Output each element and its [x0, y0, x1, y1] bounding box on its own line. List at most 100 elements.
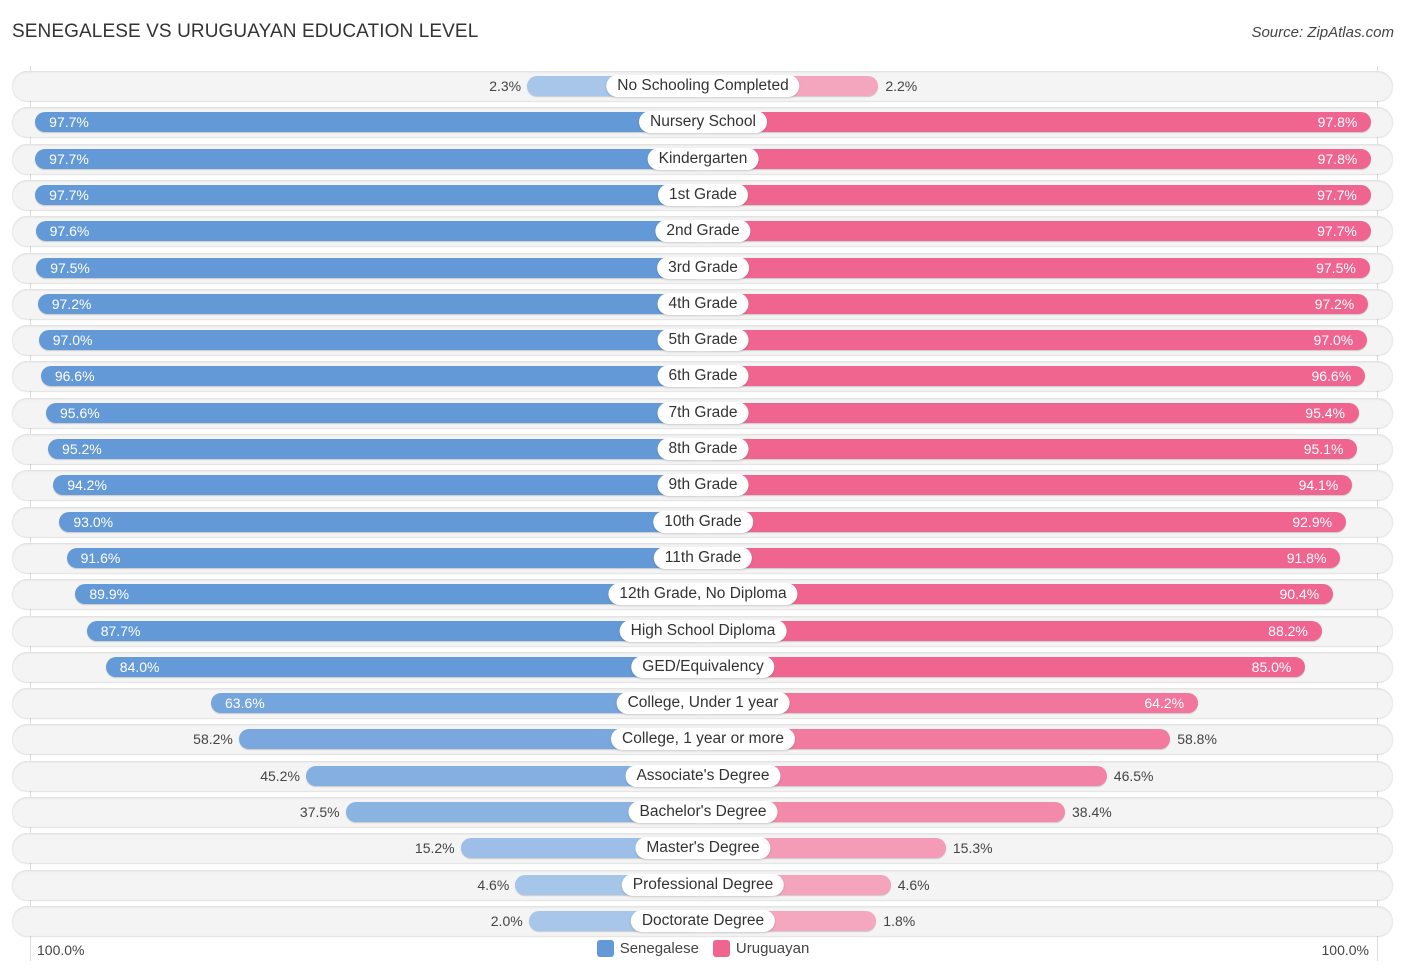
- value-label-uruguayan: 96.6%: [1311, 368, 1352, 384]
- value-label-uruguayan: 46.5%: [1113, 768, 1154, 784]
- value-label-senegalese: 45.2%: [260, 768, 300, 784]
- value-label-uruguayan: 91.8%: [1286, 550, 1327, 566]
- category-label: Master's Degree: [635, 837, 771, 859]
- value-label-senegalese: 15.2%: [414, 840, 455, 856]
- category-label: 6th Grade: [657, 365, 749, 387]
- bar-senegalese[interactable]: [53, 475, 703, 495]
- value-label-senegalese: 63.6%: [225, 695, 265, 711]
- value-label-uruguayan: 1.8%: [883, 913, 916, 929]
- value-label-uruguayan: 2.2%: [885, 78, 918, 94]
- bar-uruguayan[interactable]: [703, 221, 1371, 241]
- category-label: Doctorate Degree: [630, 910, 776, 932]
- value-label-senegalese: 97.2%: [51, 296, 92, 312]
- value-label-uruguayan: 88.2%: [1268, 623, 1308, 639]
- bar-uruguayan[interactable]: [703, 439, 1358, 459]
- bar-uruguayan[interactable]: [703, 512, 1347, 532]
- category-label: Nursery School: [639, 111, 767, 133]
- bar-senegalese[interactable]: [48, 439, 703, 459]
- category-label: 11th Grade: [653, 547, 753, 569]
- value-label-senegalese: 94.2%: [67, 477, 107, 493]
- bar-senegalese[interactable]: [36, 258, 703, 278]
- legend-label-senegalese: Senegalese: [619, 940, 699, 957]
- category-label: 8th Grade: [657, 438, 749, 460]
- category-label: GED/Equivalency: [631, 656, 775, 678]
- chart-rows: 2.3% 2.2% No Schooling Completed 97.7% 97.8%…: [0, 0, 1406, 975]
- value-label-uruguayan: 85.0%: [1251, 659, 1292, 675]
- category-label: 4th Grade: [657, 293, 749, 315]
- bar-uruguayan[interactable]: [703, 548, 1341, 568]
- category-label: 3rd Grade: [657, 257, 749, 279]
- value-label-uruguayan: 58.8%: [1177, 731, 1217, 747]
- value-label-uruguayan: 15.3%: [952, 840, 993, 856]
- category-label: Professional Degree: [621, 874, 785, 896]
- value-label-senegalese: 97.5%: [50, 260, 90, 276]
- value-label-senegalese: 97.7%: [49, 114, 89, 130]
- value-label-senegalese: 37.5%: [299, 804, 340, 820]
- value-label-senegalese: 95.6%: [59, 405, 100, 421]
- value-label-uruguayan: 97.8%: [1317, 151, 1358, 167]
- category-label: 12th Grade, No Diploma: [608, 583, 798, 605]
- value-label-senegalese: 97.7%: [49, 187, 89, 203]
- bar-senegalese[interactable]: [37, 294, 703, 314]
- value-label-uruguayan: 94.1%: [1298, 477, 1339, 493]
- bar-senegalese[interactable]: [105, 657, 703, 677]
- bar-senegalese[interactable]: [35, 221, 703, 241]
- category-label: 2nd Grade: [655, 220, 751, 242]
- value-label-senegalese: 97.0%: [52, 332, 93, 348]
- category-label: Associate's Degree: [625, 765, 781, 787]
- value-label-uruguayan: 95.4%: [1305, 405, 1345, 421]
- value-label-senegalese: 58.2%: [193, 731, 233, 747]
- value-label-senegalese: 4.6%: [477, 877, 510, 893]
- value-label-uruguayan: 97.5%: [1316, 260, 1356, 276]
- category-label: High School Diploma: [619, 620, 787, 642]
- value-label-senegalese: 2.0%: [490, 913, 523, 929]
- legend-swatch-uruguayan: [712, 940, 730, 957]
- value-label-senegalese: 97.7%: [49, 151, 89, 167]
- bar-senegalese[interactable]: [86, 621, 703, 641]
- value-label-uruguayan: 38.4%: [1072, 804, 1112, 820]
- bar-uruguayan[interactable]: [703, 330, 1368, 350]
- bar-uruguayan[interactable]: [703, 366, 1366, 386]
- value-label-senegalese: 2.3%: [489, 78, 522, 94]
- bar-senegalese[interactable]: [66, 548, 703, 568]
- category-label: Bachelor's Degree: [628, 801, 778, 823]
- value-label-senegalese: 96.6%: [54, 368, 95, 384]
- legend: Senegalese Uruguayan: [0, 940, 1406, 957]
- bar-uruguayan[interactable]: [703, 584, 1334, 604]
- bar-uruguayan[interactable]: [703, 403, 1359, 423]
- value-label-uruguayan: 95.1%: [1303, 441, 1344, 457]
- category-label: College, Under 1 year: [616, 692, 790, 714]
- category-label: 10th Grade: [653, 511, 753, 533]
- bar-senegalese[interactable]: [45, 403, 703, 423]
- value-label-uruguayan: 97.2%: [1314, 296, 1355, 312]
- bar-uruguayan[interactable]: [703, 185, 1371, 205]
- value-label-uruguayan: 64.2%: [1144, 695, 1185, 711]
- bar-senegalese[interactable]: [40, 366, 703, 386]
- value-label-uruguayan: 97.0%: [1313, 332, 1354, 348]
- bar-uruguayan[interactable]: [703, 112, 1372, 132]
- bar-senegalese[interactable]: [35, 112, 703, 132]
- value-label-senegalese: 95.2%: [62, 441, 102, 457]
- legend-item-uruguayan[interactable]: Uruguayan: [712, 940, 810, 957]
- bar-senegalese[interactable]: [35, 149, 703, 169]
- value-label-uruguayan: 92.9%: [1292, 514, 1333, 530]
- bar-uruguayan[interactable]: [703, 258, 1370, 278]
- legend-item-senegalese[interactable]: Senegalese: [596, 940, 699, 957]
- value-label-senegalese: 97.6%: [49, 223, 90, 239]
- value-label-senegalese: 87.7%: [100, 623, 141, 639]
- legend-label-uruguayan: Uruguayan: [735, 940, 810, 957]
- bar-uruguayan[interactable]: [703, 621, 1322, 641]
- bar-uruguayan[interactable]: [703, 149, 1372, 169]
- bar-uruguayan[interactable]: [703, 294, 1369, 314]
- bar-uruguayan[interactable]: [703, 657, 1306, 677]
- value-label-senegalese: 89.9%: [89, 586, 130, 602]
- bar-senegalese[interactable]: [38, 330, 703, 350]
- value-label-senegalese: 91.6%: [80, 550, 121, 566]
- value-label-uruguayan: 4.6%: [897, 877, 930, 893]
- bar-uruguayan[interactable]: [703, 475, 1353, 495]
- value-label-senegalese: 93.0%: [73, 514, 114, 530]
- bar-senegalese[interactable]: [35, 185, 703, 205]
- category-label: 9th Grade: [657, 474, 749, 496]
- value-label-uruguayan: 97.7%: [1317, 223, 1357, 239]
- bar-senegalese[interactable]: [59, 512, 703, 532]
